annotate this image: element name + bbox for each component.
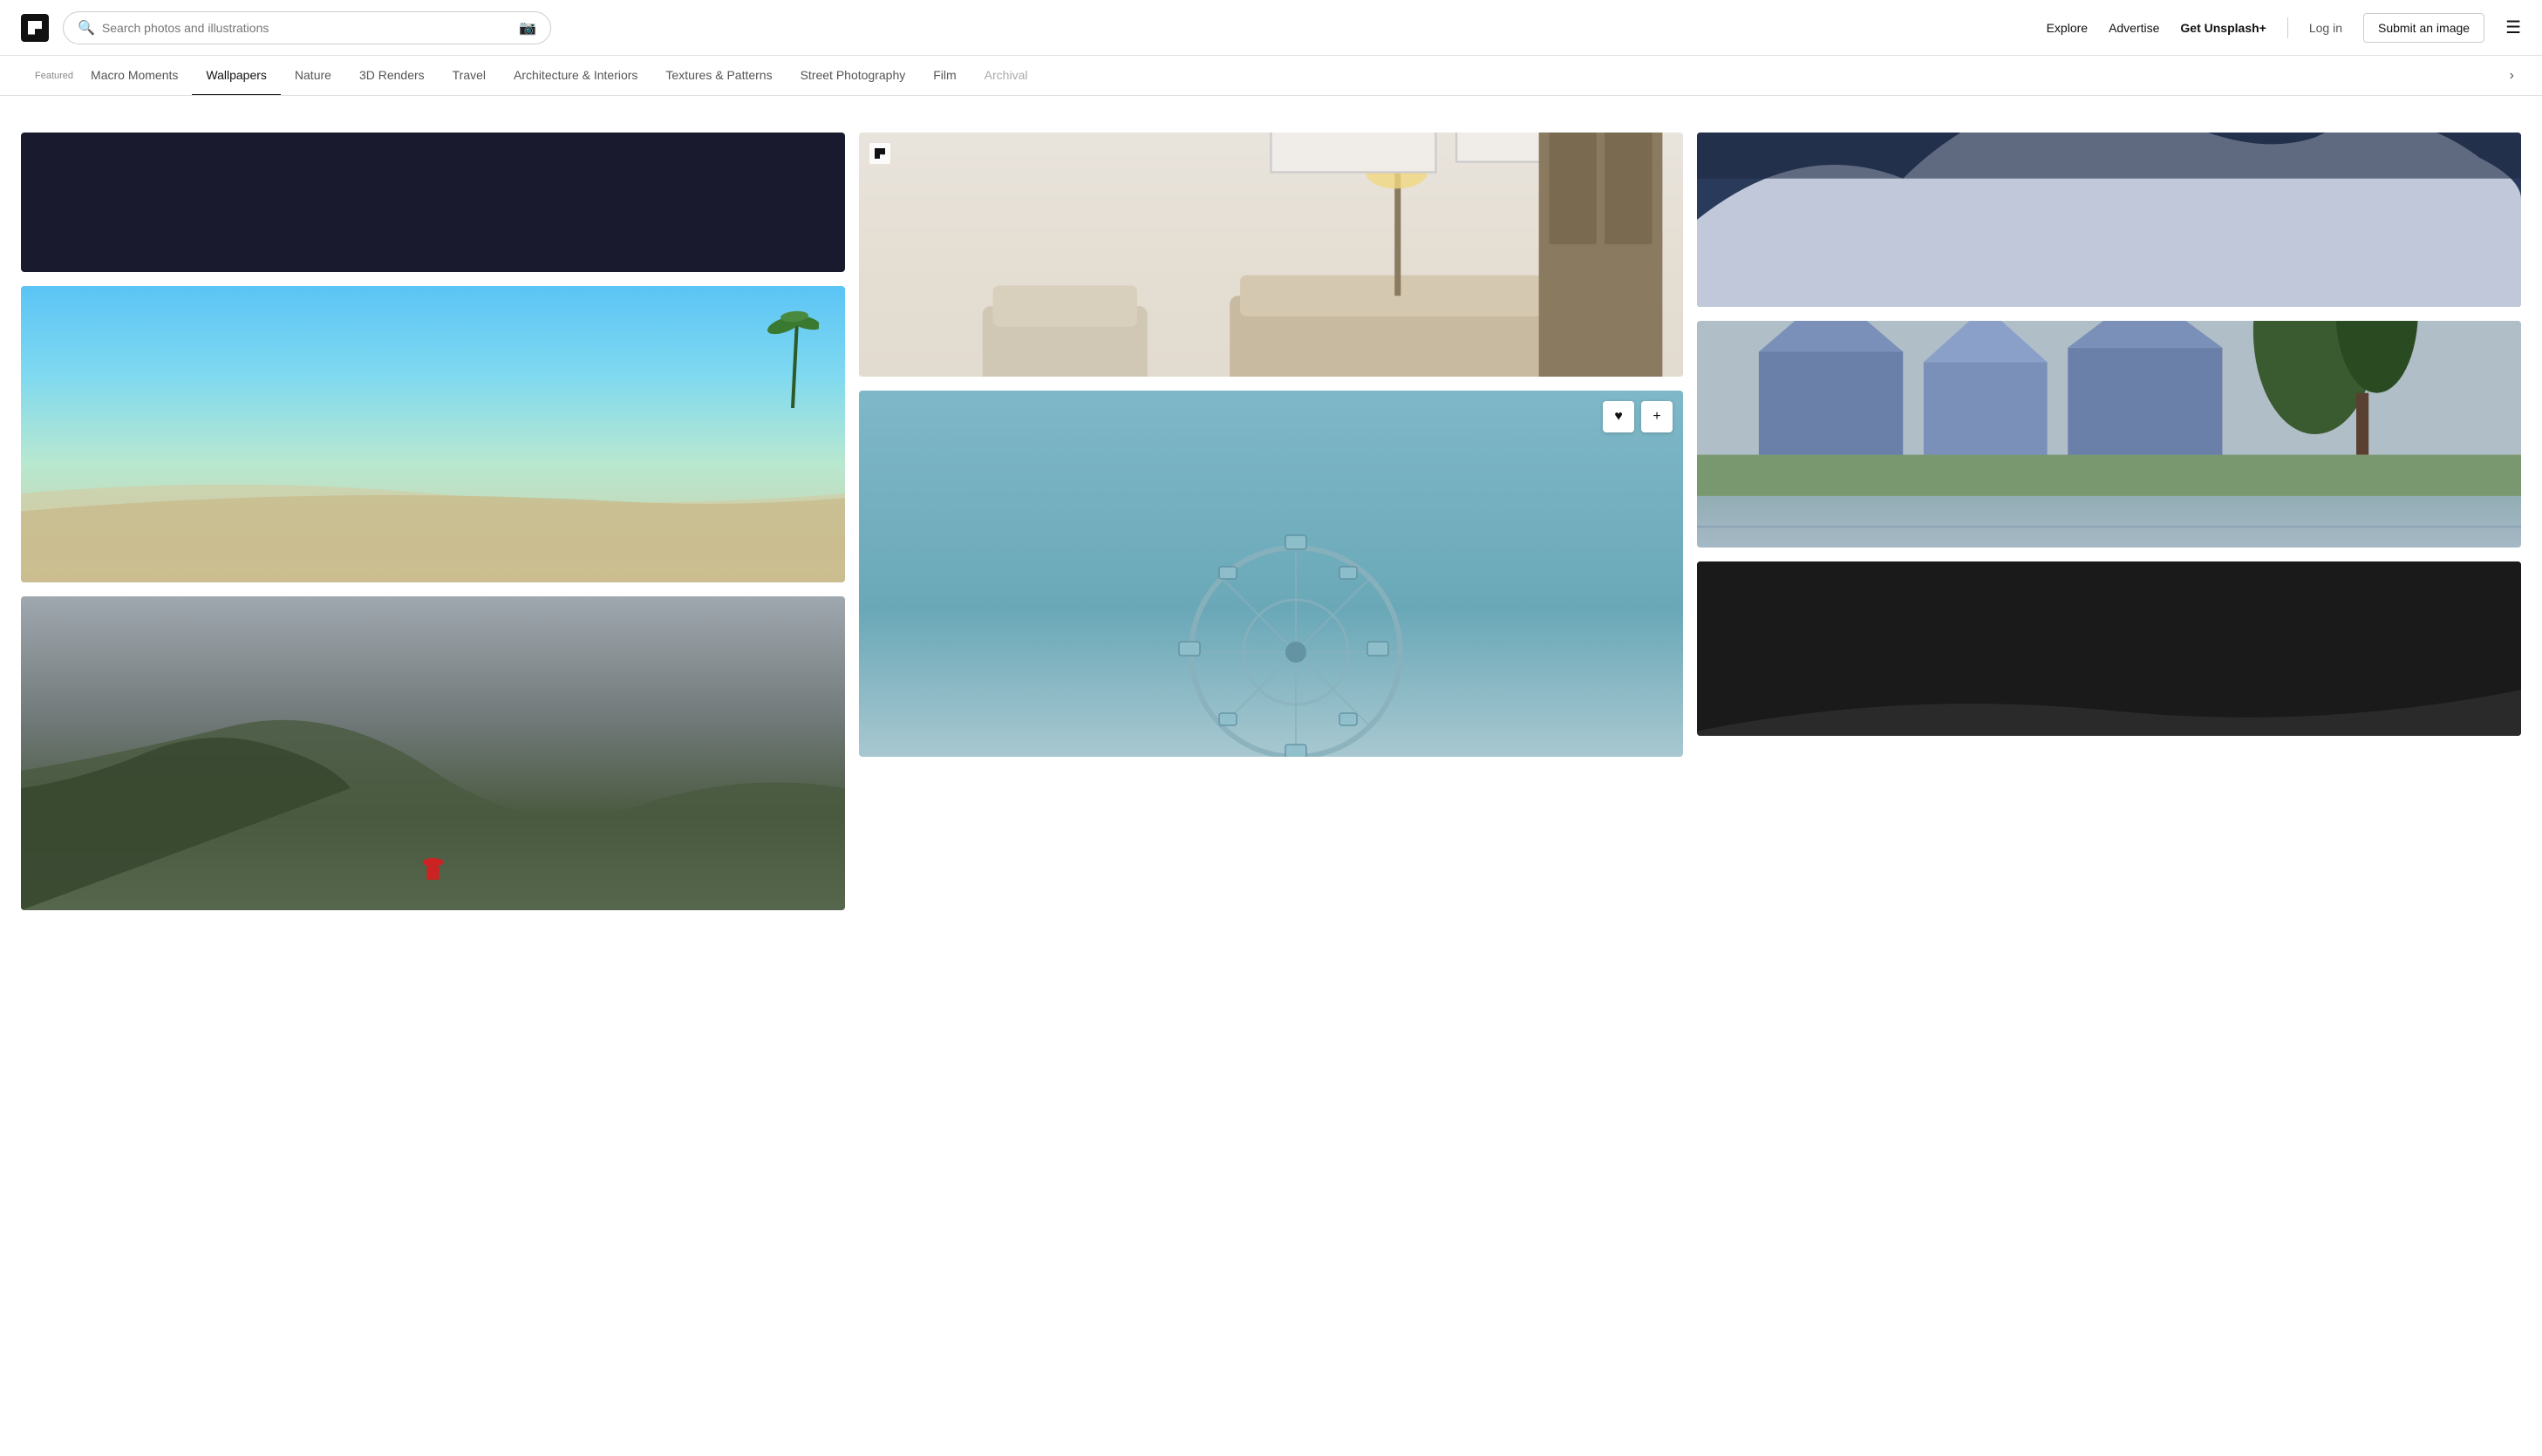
nav-scroll-right-button[interactable]: › — [2503, 61, 2521, 91]
advertise-link[interactable]: Advertise — [2109, 21, 2159, 35]
tab-macro-moments[interactable]: Macro Moments — [77, 56, 192, 96]
photo-card[interactable] — [21, 286, 845, 582]
camera-search-button[interactable]: 📷 — [519, 19, 536, 37]
photo-overlay — [1697, 133, 2521, 307]
tab-street[interactable]: Street Photography — [787, 56, 920, 96]
search-bar[interactable]: 🔍 📷 — [63, 11, 551, 44]
photo-overlay — [1697, 321, 2521, 548]
photo-card[interactable] — [1697, 133, 2521, 307]
photo-card[interactable] — [21, 596, 845, 910]
photo-card[interactable]: ♥ + — [859, 391, 1683, 757]
photo-overlay — [859, 133, 1683, 377]
tab-travel[interactable]: Travel — [439, 56, 500, 96]
tab-textures[interactable]: Textures & Patterns — [651, 56, 786, 96]
unsplash-logo[interactable] — [21, 14, 49, 42]
tab-wallpapers[interactable]: Wallpapers — [192, 56, 281, 96]
divider — [2287, 17, 2288, 38]
photo-overlay — [21, 133, 845, 272]
photo-overlay — [1697, 561, 2521, 736]
main-content: ♥ + — [0, 112, 2542, 931]
photo-card[interactable] — [859, 133, 1683, 377]
photo-grid: ♥ + — [21, 133, 2521, 910]
photo-column-1 — [21, 133, 845, 910]
tab-nature[interactable]: Nature — [281, 56, 345, 96]
tab-3d-renders[interactable]: 3D Renders — [345, 56, 439, 96]
tab-architecture[interactable]: Architecture & Interiors — [500, 56, 651, 96]
header-nav: Explore Advertise Get Unsplash+ Log in S… — [2047, 13, 2521, 43]
photo-card[interactable] — [1697, 561, 2521, 736]
explore-link[interactable]: Explore — [2047, 21, 2088, 35]
submit-image-button[interactable]: Submit an image — [2363, 13, 2484, 43]
nav-tabs: Featured Macro Moments Wallpapers Nature… — [0, 56, 2542, 96]
photo-column-2: ♥ + — [859, 133, 1683, 757]
header: 🔍 📷 Explore Advertise Get Unsplash+ Log … — [0, 0, 2542, 56]
featured-label: Featured — [21, 58, 77, 93]
tab-archival[interactable]: Archival — [971, 56, 1042, 96]
hamburger-menu-button[interactable]: ☰ — [2505, 17, 2521, 38]
search-input[interactable] — [102, 21, 512, 35]
search-icon: 🔍 — [78, 19, 95, 37]
photo-overlay — [859, 391, 1683, 757]
photo-overlay — [21, 286, 845, 582]
photo-card[interactable] — [21, 133, 845, 272]
photo-card[interactable] — [1697, 321, 2521, 548]
photo-column-3 — [1697, 133, 2521, 736]
login-link[interactable]: Log in — [2309, 21, 2342, 35]
tab-film[interactable]: Film — [919, 56, 970, 96]
get-plus-link[interactable]: Get Unsplash+ — [2180, 21, 2266, 35]
photo-overlay — [21, 596, 845, 910]
